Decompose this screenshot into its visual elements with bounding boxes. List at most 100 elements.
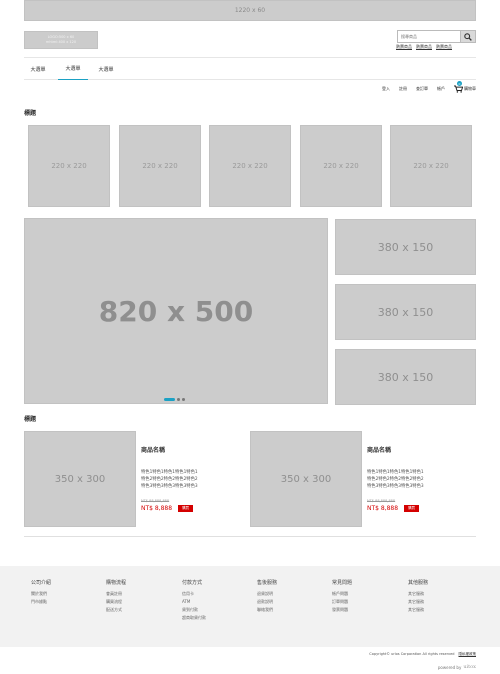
square-tile[interactable]: 220 x 220: [209, 125, 291, 207]
carousel-dot[interactable]: [182, 398, 185, 401]
footer-link[interactable]: 信用卡: [182, 590, 206, 598]
carousel-dot-active[interactable]: [164, 398, 175, 401]
footer-link[interactable]: 貨到付款: [182, 606, 206, 614]
cart-icon: [454, 85, 463, 93]
footer-link[interactable]: 發票問題: [332, 606, 352, 614]
register-link[interactable]: 註冊: [399, 86, 407, 92]
orders-link[interactable]: 查訂單: [416, 86, 428, 92]
footer-column-title: 常見問題: [332, 580, 353, 586]
footer-link[interactable]: 門市據點: [31, 598, 51, 606]
section-title: 標題: [24, 416, 37, 423]
hot-link[interactable]: 熱賣商品: [416, 44, 432, 50]
footer-link[interactable]: 配送方式: [106, 606, 126, 614]
login-link[interactable]: 登入: [382, 86, 390, 92]
product-name[interactable]: 商品名稱: [367, 445, 441, 454]
privacy-policy-link[interactable]: 隱私權政策: [459, 652, 477, 657]
footer-link[interactable]: 聯絡我們: [257, 606, 277, 614]
footer-column-title: 公司介紹: [31, 580, 52, 586]
user-bar: 登入 註冊 查訂單 帳戶 0 購物車: [382, 81, 476, 93]
top-banner-size-label: 1220 x 60: [234, 7, 266, 14]
product-name[interactable]: 商品名稱: [141, 445, 215, 454]
footer-column: 常見問題 帳戶問題 訂單問題 發票問題: [332, 579, 352, 614]
search-input[interactable]: [398, 31, 460, 42]
product-description: 特色1特色1特色1特色1特色1 特色2特色2特色2特色2特色2 特色3特色3特色…: [141, 469, 215, 490]
footer-column: 購物流程 會員註冊 購買流程 配送方式: [106, 579, 126, 614]
section-title: 標題: [24, 110, 37, 117]
footer-link[interactable]: 其它服務: [408, 590, 428, 598]
footer-column-title: 其他服務: [408, 580, 429, 586]
main-nav: 大選單 大選單 大選單: [24, 57, 476, 80]
footer-link[interactable]: ATM: [182, 598, 206, 606]
side-banner[interactable]: 380 x 150: [335, 284, 476, 340]
product-image[interactable]: 350 x 300: [250, 431, 362, 527]
buy-button[interactable]: 購買: [178, 505, 194, 512]
buy-button[interactable]: 購買: [404, 505, 420, 512]
square-tile[interactable]: 220 x 220: [300, 125, 382, 207]
search-icon: [464, 32, 472, 41]
product-image-size-label: 350 x 300: [54, 473, 106, 485]
copyright-text: Copyright© urlos Corporation All rights …: [369, 652, 455, 656]
square-tile[interactable]: 220 x 220: [390, 125, 472, 207]
footer-link[interactable]: 關於我們: [31, 590, 51, 598]
footer-link[interactable]: 退貨說明: [257, 590, 277, 598]
footer-link[interactable]: 會員註冊: [106, 590, 126, 598]
nav-item-2-active[interactable]: 大選單: [58, 58, 88, 80]
footer-column: 其他服務 其它服務 其它服務 其它服務: [408, 579, 428, 614]
hero-carousel[interactable]: 820 x 500: [24, 218, 328, 404]
footer-link[interactable]: 其它服務: [408, 606, 428, 614]
side-banner-size-label: 380 x 150: [377, 305, 434, 319]
footer: 公司介紹 關於我們 門市據點 購物流程 會員註冊 購買流程 配送方式 付款方式 …: [0, 566, 500, 647]
product-feature: 特色3特色3特色3特色3特色3: [141, 484, 198, 489]
carousel-dot[interactable]: [177, 398, 180, 401]
product-feature: 特色2特色2特色2特色2特色2: [141, 477, 198, 482]
footer-column: 售後服務 退貨說明 退款說明 聯絡我們: [257, 579, 277, 614]
search-button[interactable]: [460, 31, 475, 42]
product-price: NT$ 8,888: [141, 505, 173, 512]
footer-link[interactable]: 訂單問題: [332, 598, 352, 606]
footer-column-title: 付款方式: [182, 580, 203, 586]
product-card-info: 商品名稱 特色1特色1特色1特色1特色1 特色2特色2特色2特色2特色2 特色3…: [141, 445, 215, 512]
square-tile[interactable]: 220 x 220: [28, 125, 110, 207]
tile-size-label: 220 x 220: [232, 162, 268, 170]
product-feature: 特色1特色1特色1特色1特色1: [141, 470, 198, 475]
footer-link[interactable]: 購買流程: [106, 598, 126, 606]
product-price: NT$ 8,888: [367, 505, 399, 512]
logo-line-2: mhtml:400 x 120: [45, 40, 77, 44]
footer-link[interactable]: 帳戶問題: [332, 590, 352, 598]
footer-link[interactable]: 超商取貨付款: [182, 614, 206, 622]
tile-size-label: 220 x 220: [323, 162, 359, 170]
product-price-row: NT$ 8,888 購買: [367, 505, 441, 512]
nav-item-1[interactable]: 大選單: [24, 58, 52, 80]
nav-item-3[interactable]: 大選單: [92, 58, 120, 80]
logo[interactable]: LOGO:500 x 60 mhtml:400 x 120: [24, 31, 98, 49]
cart-label: 購物車: [464, 86, 476, 91]
product-feature: 特色2特色2特色2特色2特色2: [367, 477, 424, 482]
hot-link[interactable]: 熱賣商品: [396, 44, 412, 50]
product-original-price: NT$ 88,888,888: [141, 499, 170, 503]
uitox-logo[interactable]: uitox: [463, 664, 476, 670]
powered-by-text: powered by: [437, 664, 462, 670]
top-banner-placeholder[interactable]: 1220 x 60: [24, 0, 476, 21]
footer-link[interactable]: 退款說明: [257, 598, 277, 606]
copyright-bar: Copyright© urlos Corporation All rights …: [369, 652, 476, 657]
hot-link[interactable]: 熱賣商品: [436, 44, 452, 50]
side-banner[interactable]: 380 x 150: [335, 349, 476, 405]
footer-column-title: 售後服務: [257, 580, 278, 586]
product-price-row: NT$ 8,888 購買: [141, 505, 215, 512]
section-divider: [24, 536, 476, 537]
footer-link[interactable]: 其它服務: [408, 598, 428, 606]
footer-column-title: 購物流程: [106, 580, 127, 586]
footer-column: 公司介紹 關於我們 門市據點: [31, 579, 51, 606]
carousel-dots: [164, 398, 185, 401]
account-link[interactable]: 帳戶: [437, 86, 445, 92]
square-tile[interactable]: 220 x 220: [119, 125, 201, 207]
product-description: 特色1特色1特色1特色1特色1 特色2特色2特色2特色2特色2 特色3特色3特色…: [367, 469, 441, 490]
tile-size-label: 220 x 220: [142, 162, 178, 170]
product-card-info: 商品名稱 特色1特色1特色1特色1特色1 特色2特色2特色2特色2特色2 特色3…: [367, 445, 441, 512]
product-original-price: NT$ 88,888,888: [367, 499, 396, 503]
cart-link[interactable]: 0 購物車: [454, 81, 476, 93]
tile-size-label: 220 x 220: [413, 162, 449, 170]
product-image[interactable]: 350 x 300: [24, 431, 136, 527]
footer-column: 付款方式 信用卡 ATM 貨到付款 超商取貨付款: [182, 579, 206, 622]
side-banner[interactable]: 380 x 150: [335, 219, 476, 275]
